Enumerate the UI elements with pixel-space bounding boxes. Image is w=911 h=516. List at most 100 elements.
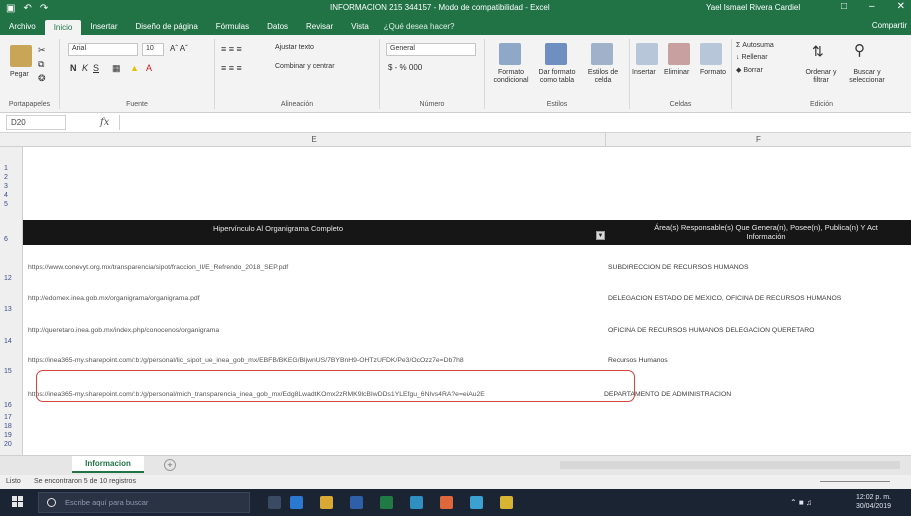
sheet-tab-informacion[interactable]: Informacion xyxy=(72,456,144,473)
cell-styles-button[interactable]: Estilos de celda xyxy=(581,69,625,85)
row-number[interactable]: 18 xyxy=(0,423,23,430)
file-explorer-icon[interactable] xyxy=(320,496,333,509)
system-tray-icons[interactable]: ⌃ ■ ♫ xyxy=(790,498,812,507)
user-name[interactable]: Yael Ismael Rivera Cardiel xyxy=(706,3,800,12)
row-number[interactable]: 4 xyxy=(0,192,23,199)
store-icon[interactable] xyxy=(410,496,423,509)
add-sheet-button[interactable]: + xyxy=(164,459,176,471)
underline-icon[interactable]: S xyxy=(93,63,99,73)
sort-filter-button[interactable]: Ordenar y filtrar xyxy=(802,69,840,85)
taskbar-search[interactable]: Escribe aquí para buscar xyxy=(38,492,250,513)
tell-me-input[interactable]: ¿Qué desea hacer? xyxy=(378,22,465,35)
name-box[interactable]: D20 xyxy=(6,115,66,130)
italic-icon[interactable]: K xyxy=(82,63,88,73)
close-icon[interactable]: ✕ xyxy=(897,1,905,12)
autosum-button[interactable]: Σ Autosuma xyxy=(736,42,774,49)
borders-icon[interactable]: ▦ xyxy=(112,63,121,74)
link-cell[interactable]: http://queretaro.inea.gob.mx/index.php/c… xyxy=(28,327,603,334)
delete-cells-icon[interactable] xyxy=(668,43,690,65)
align-left-icon[interactable]: ≡ ≡ ≡ xyxy=(221,63,242,73)
delete-button[interactable]: Eliminar xyxy=(664,69,689,76)
row-number[interactable]: 2 xyxy=(0,174,23,181)
row-number[interactable]: 20 xyxy=(0,441,23,448)
windows-start-icon[interactable] xyxy=(12,496,24,508)
format-button[interactable]: Formato xyxy=(700,69,726,76)
fill-color-icon[interactable]: ▲ xyxy=(130,63,139,73)
row-number[interactable]: 19 xyxy=(0,432,23,439)
excel-icon[interactable] xyxy=(380,496,393,509)
undo-icon[interactable]: ↶ xyxy=(23,3,31,14)
link-cell[interactable]: https://inea365-my.sharepoint.com/:b:/g/… xyxy=(28,357,603,364)
font-color-icon[interactable]: A xyxy=(146,63,152,73)
cut-icon[interactable]: ✂ xyxy=(38,45,46,56)
area-cell[interactable]: DELEGACION ESTADO DE MEXICO, OFICINA DE … xyxy=(608,295,908,302)
tab-archivo[interactable]: Archivo xyxy=(0,22,45,35)
number-format-select[interactable]: General xyxy=(386,43,476,56)
tab-datos[interactable]: Datos xyxy=(258,22,297,35)
area-cell[interactable]: OFICINA DE RECURSOS HUMANOS DELEGACIÓN Q… xyxy=(608,327,908,334)
format-cells-icon[interactable] xyxy=(700,43,722,65)
chrome-icon[interactable] xyxy=(440,496,453,509)
tab-vista[interactable]: Vista xyxy=(342,22,378,35)
row-number[interactable]: 6 xyxy=(0,236,23,243)
tab-inicio[interactable]: Inicio xyxy=(44,20,82,35)
align-top-icon[interactable]: ≡ ≡ ≡ xyxy=(221,44,242,54)
ribbon-display-icon[interactable]: □ xyxy=(841,1,847,12)
find-select-button[interactable]: Buscar y seleccionar xyxy=(844,69,890,85)
row-number[interactable]: 13 xyxy=(0,306,23,313)
paste-button[interactable]: Pegar xyxy=(10,71,29,78)
bold-icon[interactable]: N xyxy=(70,63,77,73)
share-button[interactable]: Compartir xyxy=(872,21,907,30)
find-icon[interactable]: ⚲ xyxy=(854,41,865,59)
header-cell-e[interactable]: Hipervínculo Al Organigrama Completo xyxy=(213,224,343,233)
column-header-f[interactable]: F xyxy=(606,133,911,147)
row-number[interactable]: 12 xyxy=(0,275,23,282)
clear-button[interactable]: ◆ Borrar xyxy=(736,66,763,74)
row-number[interactable]: 16 xyxy=(0,402,23,409)
wrap-text-button[interactable]: Ajustar texto xyxy=(275,44,314,51)
header-cell-f[interactable]: Área(s) Responsable(s) Que Genera(n), Po… xyxy=(621,223,911,241)
row-number[interactable]: 5 xyxy=(0,201,23,208)
sort-filter-icon[interactable]: ⇅ xyxy=(812,43,824,60)
merge-center-button[interactable]: Combinar y centrar xyxy=(275,63,335,70)
fx-icon[interactable]: fx xyxy=(100,117,109,128)
tab-revisar[interactable]: Revisar xyxy=(297,22,342,35)
number-format-buttons[interactable]: $ - % 000 xyxy=(388,63,422,72)
zoom-slider[interactable] xyxy=(820,481,890,482)
column-header-e[interactable]: E xyxy=(23,133,606,147)
insert-button[interactable]: Insertar xyxy=(632,69,656,76)
filter-dropdown-icon[interactable]: ▼ xyxy=(596,231,605,240)
area-cell[interactable]: SUBDIRECCIÓN DE RECURSOS HUMANOS xyxy=(608,264,908,271)
font-name-select[interactable]: Arial xyxy=(68,43,138,56)
grow-font-icon[interactable]: Aˆ Aˇ xyxy=(170,44,188,53)
fill-button[interactable]: ↓ Rellenar xyxy=(736,54,768,61)
task-view-icon[interactable] xyxy=(268,496,281,509)
conditional-format-button[interactable]: Formato condicional xyxy=(489,69,533,85)
minimize-icon[interactable]: – xyxy=(869,1,875,12)
row-number[interactable]: 14 xyxy=(0,338,23,345)
font-size-select[interactable]: 10 xyxy=(142,43,164,56)
area-cell[interactable]: Recursos Humanos xyxy=(608,357,908,364)
row-number[interactable]: 17 xyxy=(0,414,23,421)
clock[interactable]: 12:02 p. m. 30/04/2019 xyxy=(856,493,891,511)
link-cell[interactable]: http://edomex.inea.gob.mx/organigrama/or… xyxy=(28,295,603,302)
row-number[interactable]: 1 xyxy=(0,165,23,172)
redo-icon[interactable]: ↷ xyxy=(40,3,48,14)
paste-icon[interactable] xyxy=(10,45,32,67)
folder-icon[interactable] xyxy=(500,496,513,509)
row-number[interactable]: 3 xyxy=(0,183,23,190)
app-icon[interactable] xyxy=(470,496,483,509)
tab-diseno[interactable]: Diseño de página xyxy=(127,22,207,35)
format-painter-icon[interactable]: ❂ xyxy=(38,73,46,84)
cell-styles-icon[interactable] xyxy=(591,43,613,65)
formula-input[interactable] xyxy=(119,115,907,130)
format-table-button[interactable]: Dar formato como tabla xyxy=(535,69,579,85)
horizontal-scrollbar[interactable] xyxy=(560,461,900,469)
conditional-format-icon[interactable] xyxy=(499,43,521,65)
row-number[interactable]: 15 xyxy=(0,368,23,375)
edge-icon[interactable] xyxy=(290,496,303,509)
tab-insertar[interactable]: Insertar xyxy=(81,22,126,35)
link-cell[interactable]: https://www.conevyt.org.mx/transparencia… xyxy=(28,264,603,271)
format-table-icon[interactable] xyxy=(545,43,567,65)
word-icon[interactable] xyxy=(350,496,363,509)
